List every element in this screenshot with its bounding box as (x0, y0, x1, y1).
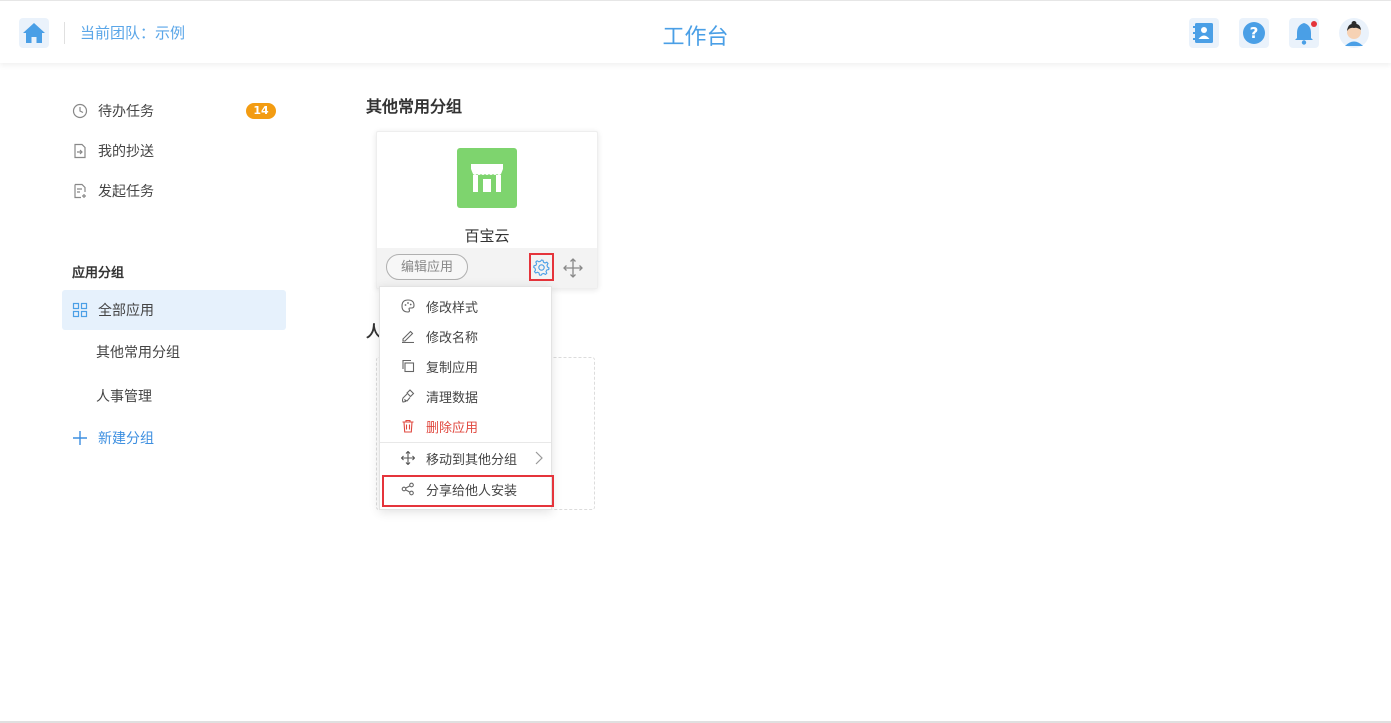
new-group-button[interactable]: 新建分组 (72, 428, 154, 448)
header-divider (64, 22, 65, 44)
pencil-icon (402, 330, 414, 343)
bell-icon[interactable] (1289, 18, 1319, 48)
app-groups-heading: 应用分组 (72, 266, 125, 281)
copy-icon (402, 359, 415, 373)
top-header: 当前团队：示例 工作台 ? (0, 0, 1391, 63)
app-settings-button[interactable] (529, 253, 554, 281)
gear-icon (533, 258, 550, 276)
page-title: 工作台 (662, 25, 729, 50)
move-icon (401, 451, 415, 465)
menu-item-move-to-group[interactable]: 移动到其他分组 (380, 443, 551, 473)
menu-item-rename[interactable]: 修改名称 (380, 321, 551, 351)
menu-item-label: 移动到其他分组 (426, 452, 518, 468)
sidebar-item-cc[interactable]: 我的抄送 (72, 141, 154, 161)
home-icon[interactable] (19, 18, 49, 48)
help-icon[interactable]: ? (1239, 18, 1269, 48)
sidebar-item-all-apps[interactable]: 全部应用 (72, 300, 154, 320)
sidebar-group-hr[interactable]: 人事管理 (96, 386, 152, 406)
app-card-footer: 编辑应用 (377, 248, 597, 288)
storefront-icon (471, 164, 503, 192)
brush-icon (401, 389, 415, 403)
palette-icon (401, 299, 415, 313)
menu-item-clear-data[interactable]: 清理数据 (380, 381, 551, 411)
group-title-common: 其他常用分组 (366, 97, 463, 116)
clock-icon (72, 103, 88, 119)
contacts-icon[interactable] (1189, 18, 1219, 48)
sidebar-item-label: 发起任务 (98, 184, 154, 200)
new-group-label: 新建分组 (98, 431, 154, 447)
trash-icon (402, 419, 414, 433)
chevron-right-icon (535, 451, 543, 465)
sidebar-item-label: 全部应用 (98, 303, 154, 319)
new-doc-icon (74, 183, 86, 199)
avatar[interactable] (1339, 18, 1369, 48)
share-highlight-box (382, 475, 554, 507)
app-settings-menu: 修改样式 修改名称 复制应用 清理数据 删除应用 移动到其他分组 分享给他人安装 (379, 286, 554, 510)
plus-icon (73, 431, 87, 445)
menu-item-copy-app[interactable]: 复制应用 (380, 351, 551, 381)
menu-item-delete-app[interactable]: 删除应用 (380, 411, 551, 441)
menu-item-label: 复制应用 (426, 360, 479, 376)
sidebar-item-todo[interactable]: 待办任务 (72, 101, 154, 121)
current-team-label[interactable]: 当前团队：示例 (80, 22, 185, 43)
send-doc-icon (74, 143, 86, 159)
menu-item-label: 修改样式 (426, 300, 479, 316)
menu-item-label: 清理数据 (426, 390, 479, 406)
app-logo[interactable] (457, 148, 517, 208)
sidebar-item-label: 待办任务 (98, 104, 154, 120)
menu-item-label: 删除应用 (426, 420, 479, 436)
svg-text:?: ? (1250, 24, 1259, 42)
app-name[interactable]: 百宝云 (377, 225, 597, 246)
drag-move-icon[interactable] (563, 258, 583, 278)
sidebar-item-start-task[interactable]: 发起任务 (72, 181, 154, 201)
menu-item-label: 修改名称 (426, 330, 479, 346)
grid-icon (72, 302, 88, 318)
sidebar-group-common[interactable]: 其他常用分组 (96, 342, 180, 362)
edit-app-button[interactable]: 编辑应用 (386, 254, 468, 280)
menu-item-edit-style[interactable]: 修改样式 (380, 291, 551, 321)
sidebar-item-label: 我的抄送 (98, 144, 154, 160)
app-card[interactable]: 百宝云 编辑应用 (376, 131, 598, 289)
todo-count-badge: 14 (246, 103, 276, 119)
